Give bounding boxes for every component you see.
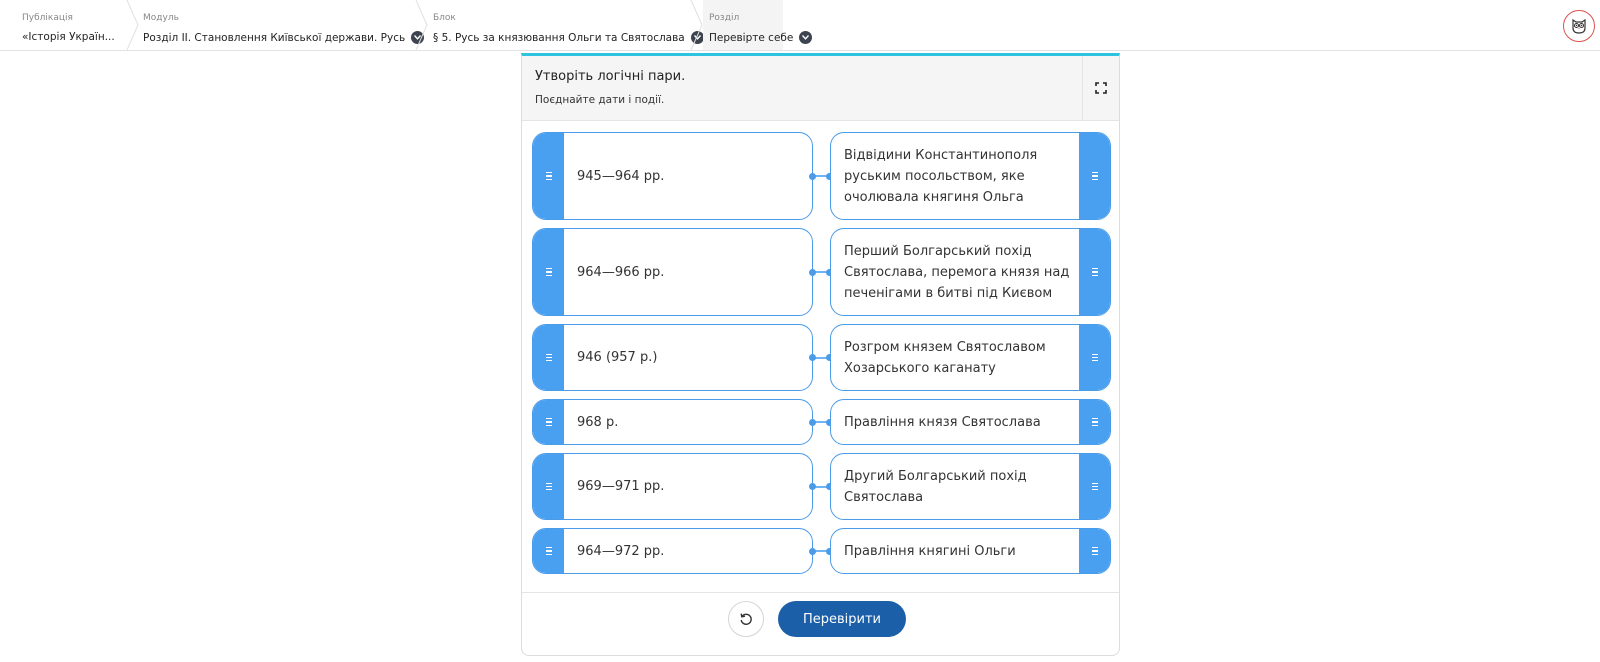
date-text: 968 р. — [577, 414, 619, 430]
reset-button[interactable] — [728, 601, 764, 637]
connector-dot — [809, 354, 816, 361]
match-pair: 964—972 рр. Правління княгині Ольги — [532, 528, 1112, 574]
connector-dot — [809, 268, 816, 276]
date-text: 964—972 рр. — [577, 543, 665, 559]
event-text: Розгром князем Святославом Хозарського к… — [844, 339, 1046, 376]
breadcrumb-block[interactable]: Блок § 5. Русь за князювання Ольги та Св… — [430, 0, 704, 50]
drag-handle-icon[interactable] — [1079, 529, 1110, 573]
event-tile[interactable]: Розгром князем Святославом Хозарського к… — [830, 324, 1111, 391]
breadcrumb-caption: Модуль — [143, 13, 179, 23]
exercise-subtitle: Поєднайте дати і події. — [535, 94, 665, 106]
connector-dot — [809, 172, 816, 180]
date-tile[interactable]: 964—966 рр. — [532, 228, 813, 316]
exercise-footer: Перевірити — [522, 592, 1119, 655]
match-pair: 946 (957 р.) Розгром князем Святославом … — [532, 324, 1112, 391]
exercise-title: Утворіть логічні пари. — [535, 69, 686, 84]
event-tile[interactable]: Правління княгині Ольги — [830, 528, 1111, 574]
date-text: 946 (957 р.) — [577, 350, 658, 365]
breadcrumb-publication-label: «Історія Україн... — [22, 31, 115, 43]
event-tile[interactable]: Перший Болгарський похід Святослава, пер… — [830, 228, 1111, 316]
fullscreen-button[interactable] — [1082, 56, 1119, 120]
reset-icon — [740, 613, 752, 625]
drag-handle-icon[interactable] — [1079, 325, 1110, 390]
breadcrumb-separator — [690, 0, 703, 50]
event-text: Правління княгині Ольги — [844, 543, 1016, 559]
breadcrumb-publication[interactable]: Публікація «Історія Україн... — [0, 0, 128, 50]
event-tile[interactable]: Другий Болгарський похід Святослава — [830, 453, 1111, 520]
drag-handle-icon[interactable] — [1079, 400, 1110, 444]
breadcrumb-value: «Історія Україн... — [22, 31, 115, 43]
match-pair: 968 р. Правління князя Святослава — [532, 399, 1112, 445]
drag-handle-icon[interactable] — [533, 133, 564, 219]
drag-handle-icon[interactable] — [1079, 229, 1110, 315]
breadcrumb-bar: Публікація «Історія Україн... Модуль Роз… — [0, 0, 1600, 51]
event-tile[interactable]: Правління князя Святослава — [830, 399, 1111, 445]
event-tile[interactable]: Відвідини Константинополя руським посоль… — [830, 132, 1111, 220]
event-text: Перший Болгарський похід Святослава, пер… — [844, 243, 1070, 301]
fullscreen-icon — [1095, 82, 1107, 94]
date-text: 945—964 рр. — [577, 168, 665, 184]
drag-handle-icon[interactable] — [533, 529, 564, 573]
match-pair: 969—971 рр. Другий Болгарський похід Свя… — [532, 453, 1112, 520]
connector-dot — [809, 418, 816, 426]
check-button[interactable]: Перевірити — [778, 601, 906, 637]
drag-handle-icon[interactable] — [1079, 133, 1110, 219]
drag-handle-icon[interactable] — [533, 229, 564, 315]
breadcrumb-module-label: Розділ ІІ. Становлення Київської держави… — [143, 31, 406, 44]
drag-handle-icon[interactable] — [533, 325, 564, 390]
connector-dot — [809, 547, 816, 555]
event-text: Другий Болгарський похід Святослава — [844, 468, 1027, 505]
breadcrumb-value: § 5. Русь за князювання Ольги та Святосл… — [433, 31, 704, 44]
breadcrumb-section-label: Перевірте себе — [709, 31, 794, 44]
drag-handle-icon[interactable] — [533, 454, 564, 519]
drag-handle-icon[interactable] — [533, 400, 564, 444]
breadcrumb-value: Перевірте себе — [709, 31, 813, 44]
breadcrumb-caption: Розділ — [709, 13, 740, 23]
breadcrumb-module[interactable]: Модуль Розділ ІІ. Становлення Київської … — [140, 0, 425, 50]
match-pair: 945—964 рр. Відвідини Константинополя ру… — [532, 132, 1112, 220]
date-tile[interactable]: 946 (957 р.) — [532, 324, 813, 391]
date-text: 964—966 рр. — [577, 264, 665, 280]
match-pair: 964—966 рр. Перший Болгарський похід Свя… — [532, 228, 1112, 316]
date-tile[interactable]: 969—971 рр. — [532, 453, 813, 520]
breadcrumb-value: Розділ ІІ. Становлення Київської держави… — [143, 31, 425, 44]
exercise-header: Утворіть логічні пари. Поєднайте дати і … — [522, 56, 1119, 121]
date-tile[interactable]: 964—972 рр. — [532, 528, 813, 574]
drag-handle-icon[interactable] — [1079, 454, 1110, 519]
connector-dot — [809, 483, 816, 490]
breadcrumb-caption: Блок — [433, 13, 456, 23]
breadcrumb-block-label: § 5. Русь за князювання Ольги та Святосл… — [433, 31, 685, 44]
chevron-down-icon[interactable] — [799, 31, 813, 44]
date-tile[interactable]: 968 р. — [532, 399, 813, 445]
exercise-card: Утворіть логічні пари. Поєднайте дати і … — [521, 53, 1120, 656]
breadcrumb-caption: Публікація — [22, 13, 73, 23]
breadcrumb-separator — [126, 0, 139, 50]
event-text: Правління князя Святослава — [844, 414, 1041, 430]
date-tile[interactable]: 945—964 рр. — [532, 132, 813, 220]
owl-logo-icon[interactable] — [1563, 10, 1595, 42]
breadcrumb-separator — [415, 0, 428, 50]
event-text: Відвідини Константинополя руським посоль… — [844, 147, 1038, 205]
date-text: 969—971 рр. — [577, 479, 665, 494]
breadcrumb-section[interactable]: Розділ Перевірте себе — [703, 0, 813, 50]
